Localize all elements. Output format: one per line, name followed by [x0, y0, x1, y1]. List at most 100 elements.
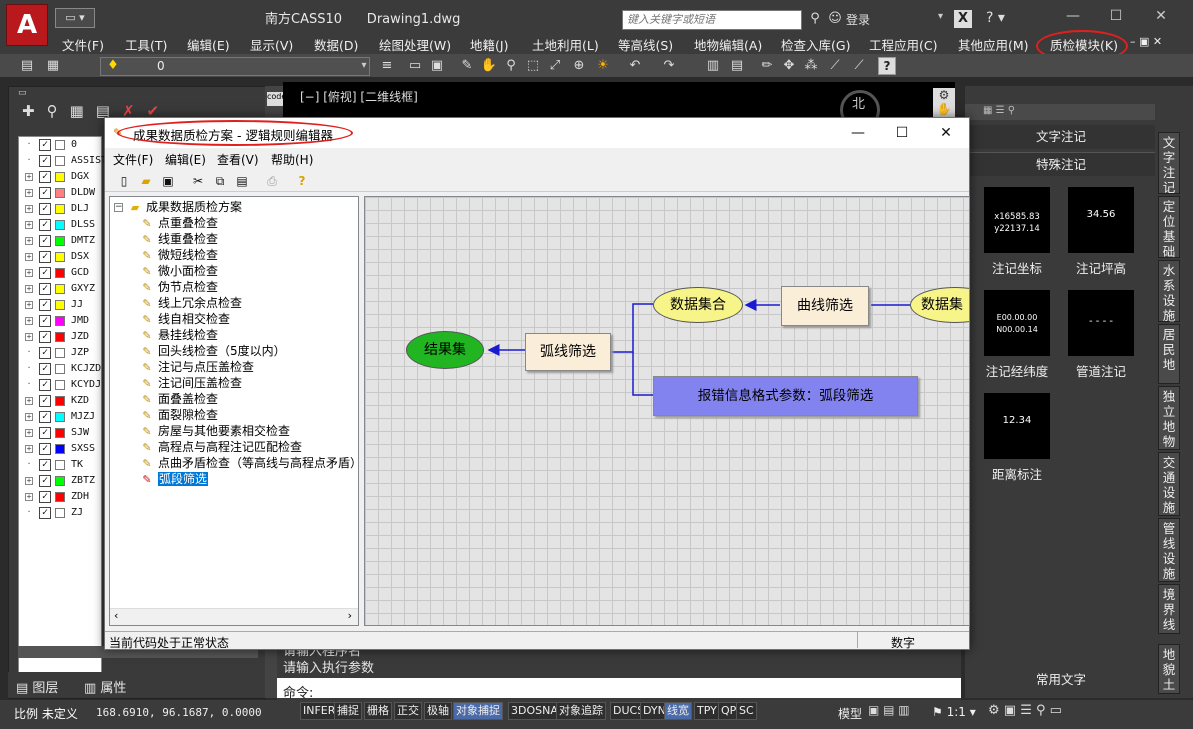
- dialog-menu-view[interactable]: 查看(V): [217, 151, 259, 168]
- workspace-icons[interactable]: ⚙ ▣ ☰ ⚲ ▭: [988, 703, 1062, 718]
- layer-checkbox[interactable]: ✓: [39, 315, 51, 327]
- zoom-realtime-icon[interactable]: ☀: [594, 57, 612, 75]
- tree-root[interactable]: ▰ 成果数据质检方案: [128, 199, 242, 215]
- layer-checkbox[interactable]: ✓: [39, 219, 51, 231]
- tab-properties[interactable]: ▥ 属性: [84, 677, 126, 696]
- layer-color-swatch[interactable]: [55, 204, 65, 214]
- layer-row[interactable]: + ✓ GXYZ: [19, 281, 101, 297]
- tree-item[interactable]: ✎ 弧段筛选: [140, 471, 209, 487]
- save-icon[interactable]: ▣: [159, 172, 177, 190]
- layer-checkbox[interactable]: ✓: [39, 411, 51, 423]
- layer-row[interactable]: + ✓ DMTZ: [19, 233, 101, 249]
- palette-footer[interactable]: 常用文字: [967, 668, 1155, 692]
- line-icon[interactable]: ⟋: [850, 57, 868, 75]
- vtab-6[interactable]: 管线设施: [1158, 518, 1180, 582]
- layer-row[interactable]: · ✓ JZP: [19, 345, 101, 361]
- menu-tools[interactable]: 工具(T): [125, 35, 167, 54]
- doc-window-controls-icon[interactable]: – ▣ ✕: [1130, 35, 1162, 48]
- status-toggle[interactable]: TPY: [694, 702, 720, 720]
- minimize-icon[interactable]: —: [1058, 6, 1088, 26]
- open-icon[interactable]: ▭: [406, 57, 424, 75]
- layer-state-icon[interactable]: ▦: [44, 57, 62, 75]
- dialog-maximize-icon[interactable]: ☐: [879, 122, 925, 144]
- layer-row[interactable]: + ✓ DLJ: [19, 201, 101, 217]
- open-folder-icon[interactable]: ▰: [137, 172, 155, 190]
- filter-icon[interactable]: ⚲: [47, 102, 58, 126]
- layer-expand-icon[interactable]: +: [25, 333, 33, 341]
- node-dataset-merge[interactable]: 数据集合: [653, 287, 743, 323]
- layer-checkbox[interactable]: ✓: [39, 171, 51, 183]
- layer-color-swatch[interactable]: [55, 268, 65, 278]
- viewport-label[interactable]: [−] [俯视] [二维线框]: [300, 88, 418, 105]
- tree-item[interactable]: ✎ 线重叠检查: [140, 231, 218, 247]
- paste-icon[interactable]: ▤: [233, 172, 251, 190]
- layer-checkbox[interactable]: ✓: [39, 251, 51, 263]
- layer-checkbox[interactable]: ✓: [39, 235, 51, 247]
- tree-item[interactable]: ✎ 微小面检查: [140, 263, 218, 279]
- layer-color-swatch[interactable]: [55, 332, 65, 342]
- layer-row[interactable]: + ✓ ZDH: [19, 489, 101, 505]
- vtab-2[interactable]: 水系设施: [1158, 260, 1180, 323]
- layer-checkbox[interactable]: ✓: [39, 395, 51, 407]
- vtab-8[interactable]: 地貌土: [1158, 644, 1180, 694]
- layer-checkbox[interactable]: ✓: [39, 139, 51, 151]
- properties-icon[interactable]: ▥: [704, 57, 722, 75]
- move-icon[interactable]: ✥: [780, 57, 798, 75]
- layer-color-swatch[interactable]: [55, 396, 65, 406]
- layer-checkbox[interactable]: ✓: [39, 347, 51, 359]
- layer-row[interactable]: + ✓ GCD: [19, 265, 101, 281]
- annotation-scale[interactable]: ⚑ 1:1 ▾: [932, 705, 976, 719]
- node-arc-filter[interactable]: 弧线筛选: [525, 333, 611, 371]
- layer-row[interactable]: + ✓ DLDW: [19, 185, 101, 201]
- palette-header-text-annotation[interactable]: 文字注记: [967, 125, 1155, 149]
- layer-color-swatch[interactable]: [55, 156, 65, 166]
- layer-color-swatch[interactable]: [55, 188, 65, 198]
- layer-checkbox[interactable]: ✓: [39, 379, 51, 391]
- vtab-0[interactable]: 文字注记: [1158, 132, 1180, 195]
- layer-color-swatch[interactable]: [55, 236, 65, 246]
- layer-row[interactable]: + ✓ DGX: [19, 169, 101, 185]
- erase-icon[interactable]: ✎: [458, 57, 476, 75]
- menu-edit[interactable]: 编辑(E): [187, 35, 230, 54]
- save-icon[interactable]: ▣: [428, 57, 446, 75]
- layer-color-swatch[interactable]: [55, 316, 65, 326]
- tree-item[interactable]: ✎ 线自相交检查: [140, 311, 230, 327]
- dialog-menu-edit[interactable]: 编辑(E): [165, 151, 206, 168]
- print-icon[interactable]: ⎙: [263, 172, 281, 190]
- nodes-icon[interactable]: ⁂: [802, 57, 820, 75]
- status-toggle[interactable]: INFER: [300, 702, 339, 720]
- node-result-set[interactable]: 结果集: [406, 331, 484, 369]
- menu-drawing[interactable]: 绘图处理(W): [379, 35, 451, 54]
- vtab-5[interactable]: 交通设施: [1158, 452, 1180, 516]
- layer-checkbox[interactable]: ✓: [39, 475, 51, 487]
- new-layer-icon[interactable]: ✚: [22, 102, 35, 126]
- layer-checkbox[interactable]: ✓: [39, 283, 51, 295]
- dialog-close-icon[interactable]: ✕: [923, 122, 969, 144]
- layer-row[interactable]: + ✓ MJZJ: [19, 409, 101, 425]
- tree-item[interactable]: ✎ 高程点与高程注记匹配检查: [140, 439, 302, 455]
- layer-expand-icon[interactable]: +: [25, 205, 33, 213]
- layer-color-swatch[interactable]: [55, 348, 65, 358]
- layer-color-swatch[interactable]: [55, 364, 65, 374]
- layer-expand-icon[interactable]: +: [25, 477, 33, 485]
- status-toggle[interactable]: 正交: [394, 702, 422, 720]
- status-toggle[interactable]: 栅格: [364, 702, 392, 720]
- layer-row[interactable]: · ✓ TK: [19, 457, 101, 473]
- layer-color-swatch[interactable]: [55, 460, 65, 470]
- login-dropdown-icon[interactable]: ▾: [938, 11, 943, 22]
- design-center-icon[interactable]: ▤: [728, 57, 746, 75]
- status-toggle[interactable]: 捕捉: [334, 702, 362, 720]
- layer-checkbox[interactable]: ✓: [39, 267, 51, 279]
- layer-expand-icon[interactable]: +: [25, 413, 33, 421]
- rule-canvas[interactable]: 结果集 弧线筛选 数据集合 曲线筛选 数据集 报错信息格式参数：弧段筛选: [364, 196, 970, 626]
- scroll-left-icon[interactable]: ‹: [114, 609, 118, 622]
- layer-row[interactable]: · ✓ ZJ: [19, 505, 101, 521]
- command-input[interactable]: [277, 678, 961, 698]
- status-toggle[interactable]: SC: [736, 702, 757, 720]
- layer-row[interactable]: + ✓ DLSS: [19, 217, 101, 233]
- layer-expand-icon[interactable]: +: [25, 189, 33, 197]
- dialog-minimize-icon[interactable]: —: [835, 122, 881, 144]
- layer-checkbox[interactable]: ✓: [39, 491, 51, 503]
- menu-data[interactable]: 数据(D): [314, 35, 358, 54]
- menu-engineering[interactable]: 工程应用(C): [869, 35, 937, 54]
